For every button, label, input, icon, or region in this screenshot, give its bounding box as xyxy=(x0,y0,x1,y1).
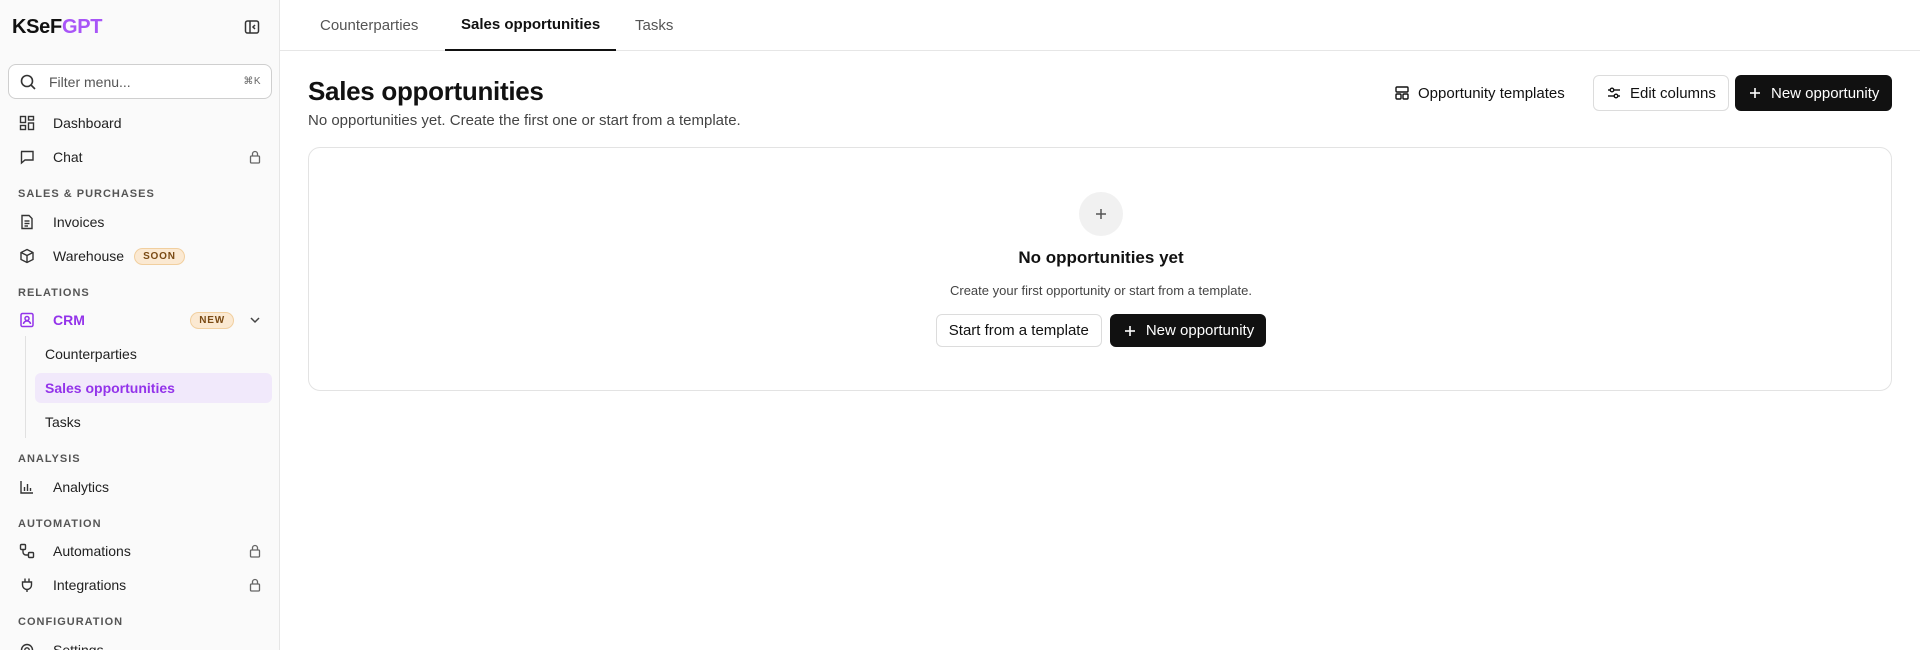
search-icon xyxy=(19,73,37,91)
plus-icon xyxy=(1122,323,1138,339)
sidebar-item-counterparties[interactable]: Counterparties xyxy=(35,339,272,369)
tab-tasks[interactable]: Tasks xyxy=(635,0,673,51)
search-placeholder: Filter menu... xyxy=(49,73,131,90)
contact-card-icon xyxy=(18,311,36,329)
search-shortcut: ⌘K xyxy=(243,76,261,87)
document-icon xyxy=(18,213,36,231)
template-icon xyxy=(1394,85,1410,101)
sidebar-item-settings[interactable]: Settings xyxy=(8,635,272,650)
chat-icon xyxy=(18,148,36,166)
empty-new-opportunity-button[interactable]: New opportunity xyxy=(1109,314,1267,347)
sidebar-item-label: Integrations xyxy=(53,577,127,593)
sidebar-item-label: Warehouse xyxy=(53,248,125,264)
sidebar-item-label: Analytics xyxy=(53,479,110,495)
submenu-divider xyxy=(25,336,26,438)
opportunity-templates-button[interactable]: Opportunity templates xyxy=(1382,75,1577,111)
sidebar-item-label: Automations xyxy=(53,543,131,559)
settings-sliders-icon xyxy=(1606,85,1622,101)
empty-state-description: Create your first opportunity or start f… xyxy=(949,283,1252,298)
section-label-configuration: CONFIGURATION xyxy=(18,616,124,628)
button-label: Edit columns xyxy=(1630,84,1716,102)
empty-state-actions: Start from a template New opportunity xyxy=(309,314,1893,347)
button-label: Opportunity templates xyxy=(1418,84,1565,102)
sidebar-item-label: Invoices xyxy=(53,214,105,230)
page-title: Sales opportunities xyxy=(308,76,544,106)
sidebar: KSeFGPT Filter menu... ⌘K Dashboard Chat… xyxy=(0,0,280,650)
sidebar-item-invoices[interactable]: Invoices xyxy=(8,207,272,237)
sidebar-item-label: Chat xyxy=(53,149,83,165)
empty-state-card: No opportunities yet Create your first o… xyxy=(308,147,1892,391)
sidebar-item-label: Dashboard xyxy=(53,115,122,131)
logo-text-gpt: GPT xyxy=(61,16,103,38)
new-opportunity-button[interactable]: New opportunity xyxy=(1735,75,1892,111)
section-label-relations: RELATIONS xyxy=(18,287,90,299)
button-label: New opportunity xyxy=(1771,84,1880,102)
sidebar-item-crm[interactable]: CRM NEW xyxy=(8,305,272,335)
sidebar-item-warehouse[interactable]: Warehouse SOON xyxy=(8,241,272,271)
button-label: New opportunity xyxy=(1145,322,1255,339)
lock-icon xyxy=(248,150,262,164)
edit-columns-button[interactable]: Edit columns xyxy=(1593,75,1729,111)
dashboard-icon xyxy=(18,114,36,132)
tab-counterparties[interactable]: Counterparties xyxy=(320,0,418,51)
sidebar-toggle-icon[interactable] xyxy=(242,17,262,37)
plus-icon xyxy=(1747,85,1763,101)
lock-icon xyxy=(248,578,262,592)
page-subtitle: No opportunities yet. Create the first o… xyxy=(308,112,741,129)
plus-icon xyxy=(1079,192,1123,236)
soon-badge: SOON xyxy=(134,247,185,265)
new-badge: NEW xyxy=(190,311,234,329)
sidebar-item-label: CRM xyxy=(53,312,85,328)
chevron-down-icon[interactable] xyxy=(248,313,262,327)
workflow-icon xyxy=(18,542,36,560)
sidebar-item-chat[interactable]: Chat xyxy=(8,142,272,172)
section-label-sales: SALES & PURCHASES xyxy=(18,188,155,200)
section-label-automation: AUTOMATION xyxy=(18,518,102,530)
bar-chart-icon xyxy=(18,478,36,496)
sidebar-item-tasks[interactable]: Tasks xyxy=(35,407,272,437)
button-label: Start from a template xyxy=(948,322,1089,339)
lock-icon xyxy=(248,544,262,558)
sidebar-item-label: Settings xyxy=(53,642,104,650)
plug-icon xyxy=(18,576,36,594)
package-icon xyxy=(18,247,36,265)
crm-tabs: Counterparties Sales opportunities Tasks xyxy=(280,0,1920,51)
section-label-analysis: ANALYSIS xyxy=(18,453,81,465)
sidebar-item-analytics[interactable]: Analytics xyxy=(8,472,272,502)
sidebar-item-sales-opportunities[interactable]: Sales opportunities xyxy=(35,373,272,403)
sidebar-item-dashboard[interactable]: Dashboard xyxy=(8,108,272,138)
menu-filter-input[interactable]: Filter menu... ⌘K xyxy=(8,64,272,99)
app-logo[interactable]: KSeFGPT xyxy=(12,16,102,39)
start-from-template-button[interactable]: Start from a template xyxy=(935,314,1102,347)
sidebar-item-integrations[interactable]: Integrations xyxy=(8,570,272,600)
empty-state-title: No opportunities yet xyxy=(1018,248,1184,267)
sidebar-item-automations[interactable]: Automations xyxy=(8,536,272,566)
gear-icon xyxy=(18,641,36,650)
tab-sales-opportunities[interactable]: Sales opportunities xyxy=(445,0,617,51)
logo-text-ksef: KSeF xyxy=(12,16,62,38)
